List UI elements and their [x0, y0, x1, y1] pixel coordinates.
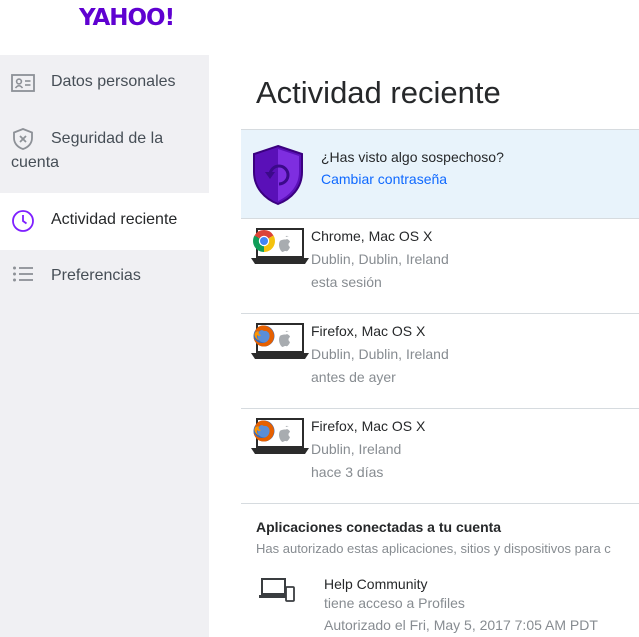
sidebar-item-actividad-reciente[interactable]: Actividad reciente	[0, 193, 209, 250]
shield-x-icon	[13, 128, 33, 150]
app-access: tiene acceso a Profiles	[324, 595, 465, 611]
session-location: Dublin, Ireland	[311, 441, 402, 457]
session-location: Dublin, Dublin, Ireland	[311, 346, 449, 362]
clock-icon	[12, 210, 34, 232]
app-name[interactable]: Help Community	[324, 576, 427, 592]
sidebar: Datos personales Seguridad de la cuenta …	[0, 55, 209, 637]
devices-icon	[259, 578, 295, 602]
session-location: Dublin, Dublin, Ireland	[311, 251, 449, 267]
session-device: Firefox, Mac OS X	[311, 418, 426, 434]
suspicious-activity-banner: ¿Has visto algo sospechoso? Cambiar cont…	[241, 129, 639, 219]
change-password-link[interactable]: Cambiar contraseña	[321, 171, 447, 187]
app-authorized-date: Autorizado el Fri, May 5, 2017 7:05 AM P…	[324, 617, 598, 633]
session-device: Firefox, Mac OS X	[311, 323, 426, 339]
sidebar-item-label: Datos personales	[51, 73, 176, 90]
session-time: esta sesión	[311, 274, 382, 290]
connected-apps-description: Has autorizado estas aplicaciones, sitio…	[256, 541, 611, 556]
session-item: Firefox, Mac OS X Dublin, Dublin, Irelan…	[241, 313, 639, 409]
list-icon	[13, 266, 33, 282]
shield-refresh-icon	[253, 144, 303, 206]
session-device: Chrome, Mac OS X	[311, 228, 433, 244]
page-title: Actividad reciente	[256, 75, 501, 110]
firefox-icon	[253, 325, 275, 347]
sidebar-item-seguridad[interactable]: Seguridad de la cuenta	[0, 111, 209, 193]
sidebar-item-label-line2: cuenta	[11, 154, 60, 171]
sidebar-item-datos-personales[interactable]: Datos personales	[0, 55, 209, 111]
session-time: hace 3 días	[311, 464, 384, 480]
yahoo-logo[interactable]: YAHOO!	[79, 5, 175, 31]
firefox-icon	[253, 420, 275, 442]
session-time: antes de ayer	[311, 369, 396, 385]
session-item: Chrome, Mac OS X Dublin, Dublin, Ireland…	[241, 218, 639, 314]
sidebar-item-label: Preferencias	[51, 267, 141, 284]
sidebar-item-label: Actividad reciente	[51, 211, 178, 228]
connected-apps-title: Aplicaciones conectadas a tu cuenta	[256, 519, 502, 535]
id-card-icon	[11, 74, 35, 92]
chrome-icon	[253, 230, 275, 252]
sidebar-item-preferencias[interactable]: Preferencias	[0, 250, 209, 306]
suspicious-question: ¿Has visto algo sospechoso?	[321, 149, 504, 165]
session-item: Firefox, Mac OS X Dublin, Ireland hace 3…	[241, 408, 639, 504]
sidebar-item-label: Seguridad de la	[51, 130, 164, 147]
